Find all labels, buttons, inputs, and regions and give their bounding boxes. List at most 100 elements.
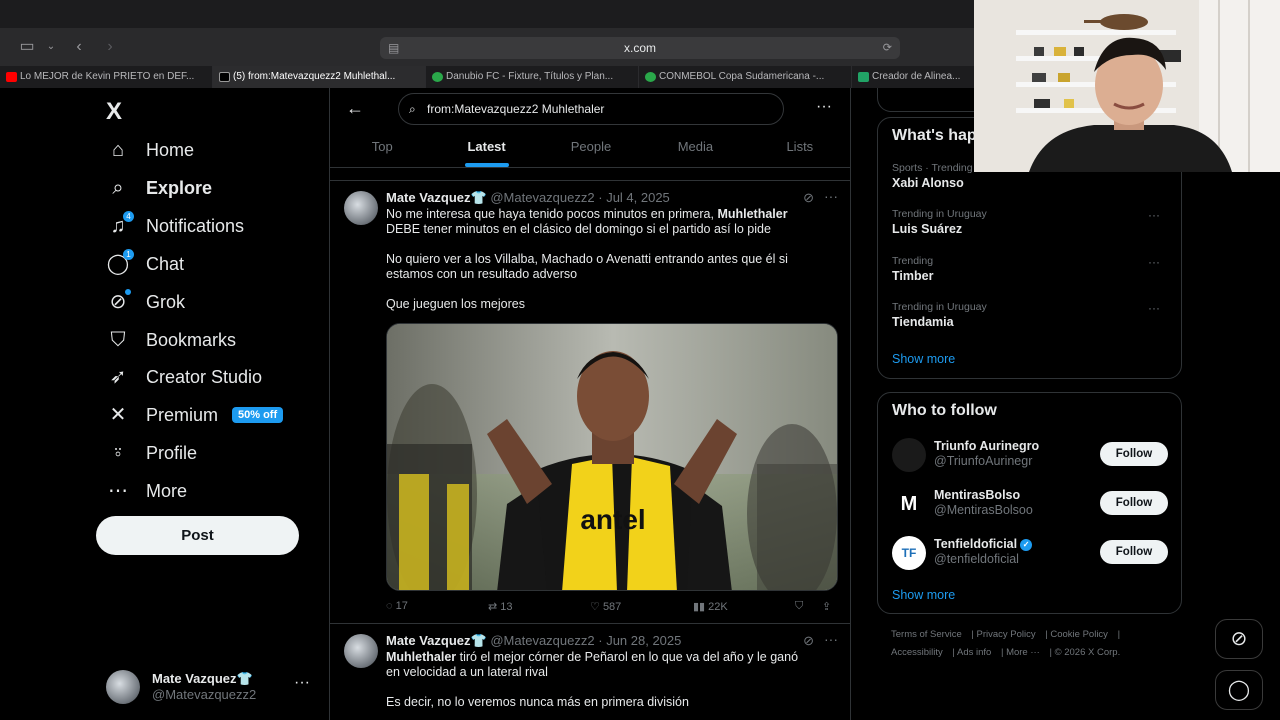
footer-link[interactable]: Terms of Service [891, 629, 962, 640]
who-to-follow-show-more-link[interactable]: Show more [892, 588, 955, 602]
tab-people[interactable]: People [539, 132, 643, 167]
browser-tab[interactable]: Danubio FC - Fixture, Títulos y Plan... [426, 66, 639, 88]
browser-tab[interactable]: Lo MEJOR de Kevin PRIETO en DEF... [0, 66, 213, 88]
trend-item[interactable]: Trending in Uruguay Tiendamia ··· [892, 301, 1168, 329]
grok-icon: ⊘ [1230, 628, 1248, 650]
trend-item[interactable]: Trending Timber ··· [892, 255, 1168, 283]
more-dots-icon[interactable]: ··· [824, 188, 838, 204]
sidebar-item-explore[interactable]: ⌕ Explore [106, 173, 212, 203]
grok-fab-button[interactable]: ⊘ [1215, 619, 1263, 659]
tweet-author-name[interactable]: Mate Vazquez👕 [386, 190, 487, 205]
tweet-header: Mate Vazquez👕 @Matevazquezz2 · Jun 28, 2… [386, 633, 681, 649]
youtube-favicon-icon [6, 72, 17, 82]
tab-media[interactable]: Media [643, 132, 747, 167]
bookmark-icon[interactable]: ⛉ [795, 600, 803, 613]
tweet[interactable]: Mate Vazquez👕 @Matevazquezz2 · Jul 4, 20… [330, 180, 850, 626]
follow-suggestion[interactable]: TF Tenfieldoficial ✓ @tenfieldoficial Fol… [892, 535, 1168, 570]
sidebar-item-premium[interactable]: ✕ Premium 50% off [106, 400, 284, 430]
more-dots-icon[interactable]: ··· [294, 674, 310, 692]
copyright-text: © 2026 X Corp. [1054, 647, 1121, 658]
tweet-author-handle[interactable]: @Matevazquezz2 [490, 190, 594, 205]
tweet-author-handle[interactable]: @Matevazquezz2 [490, 633, 594, 648]
footer-link[interactable]: Cookie Policy [1050, 629, 1108, 640]
tab-latest[interactable]: Latest [434, 132, 538, 167]
follow-button[interactable]: Follow [1100, 540, 1168, 564]
more-dots-icon[interactable]: ··· [1148, 255, 1160, 269]
sidebar-item-notifications[interactable]: ♫ 4 Notifications [106, 211, 244, 241]
premium-discount-badge: 50% off [232, 407, 284, 423]
sidebar-item-grok[interactable]: ⊘ Grok [106, 287, 185, 317]
trends-show-more-link[interactable]: Show more [892, 352, 955, 366]
sidebar-item-bookmarks[interactable]: ⛉ Bookmarks [106, 325, 237, 355]
views-button[interactable]: ▮▮ 22K [693, 600, 728, 613]
follow-suggestion[interactable]: M MentirasBolso @MentirasBolsoo Follow [892, 486, 1168, 521]
address-bar[interactable]: ▤ x.com ⟳ [380, 37, 900, 59]
chat-count-badge: 1 [123, 249, 134, 260]
footer-link[interactable]: Privacy Policy [977, 629, 1036, 640]
more-dots-icon[interactable]: ··· [824, 631, 838, 647]
sidebar-toggle-icon[interactable]: ▭ [16, 36, 38, 58]
sheet-favicon-icon [858, 72, 869, 82]
sidebar-item-more[interactable]: ⋯ More [106, 476, 187, 506]
forward-arrow-icon[interactable]: › [99, 36, 121, 58]
x-premium-icon: ✕ [109, 404, 127, 426]
follow-button[interactable]: Follow [1100, 442, 1168, 466]
post-button[interactable]: Post [96, 516, 299, 555]
share-icon[interactable]: ⇪ [822, 600, 831, 613]
account-switcher[interactable]: Mate Vazquez👕 @Matevazquezz2 ··· [106, 670, 316, 704]
more-dots-icon[interactable]: ··· [1148, 208, 1160, 222]
avatar[interactable] [344, 634, 378, 668]
sidebar-item-creator-studio[interactable]: ➶ Creator Studio [106, 362, 262, 392]
tweet-separator: · [598, 190, 603, 205]
person-icon: ⍤ [112, 442, 124, 464]
account-handle: @Matevazquezz2 [152, 687, 257, 702]
browser-tab[interactable]: CONMEBOL Copa Sudamericana -... [639, 66, 852, 88]
grok-icon[interactable]: ⊘ [803, 190, 814, 206]
tab-top[interactable]: Top [330, 132, 434, 167]
repost-button[interactable]: ⇄ 13 [488, 600, 513, 613]
grok-icon: ⊘ [106, 289, 131, 314]
sidebar-item-chat[interactable]: ◯ 1 Chat [106, 249, 184, 279]
notification-count-badge: 4 [123, 211, 134, 222]
messages-fab-button[interactable]: ◯ [1215, 670, 1263, 710]
tweet[interactable]: Mate Vazquez👕 @Matevazquezz2 · Jun 28, 2… [330, 623, 850, 720]
tweet-date[interactable]: Jul 4, 2025 [606, 190, 670, 205]
streamer-webcam-image [974, 0, 1280, 172]
grok-icon[interactable]: ⊘ [803, 633, 814, 649]
footer-link[interactable]: Accessibility [891, 647, 943, 658]
follow-button[interactable]: Follow [1100, 491, 1168, 515]
x-logo-icon[interactable]: X [106, 98, 122, 126]
reload-icon[interactable]: ⟳ [883, 37, 892, 59]
browser-tab-active[interactable]: (5) from:Matevazquezz2 Muhlethal... [213, 66, 426, 88]
account-name: Mate Vazquez👕 [152, 671, 253, 686]
more-dots-icon[interactable]: ··· [1148, 301, 1160, 315]
more-dots-icon[interactable]: ··· [816, 98, 832, 116]
trend-item[interactable]: Trending in Uruguay Luis Suárez ··· [892, 208, 1168, 236]
chevron-down-icon[interactable]: ⌄ [40, 36, 62, 58]
reply-button[interactable]: ◌ 17 [386, 600, 408, 612]
tweet-date[interactable]: Jun 28, 2025 [606, 633, 681, 648]
sidebar-item-home[interactable]: ⌂ Home [106, 135, 194, 165]
page-settings-icon[interactable]: ▤ [388, 37, 399, 59]
tweet-text-line: Es decir, no lo veremos nunca más en pri… [386, 695, 689, 709]
back-arrow-icon[interactable]: ← [346, 98, 364, 119]
tweet-author-name[interactable]: Mate Vazquez👕 [386, 633, 487, 648]
tweet-media-photo[interactable]: antel [386, 323, 838, 591]
tweet-separator: · [598, 633, 603, 648]
footer-link[interactable]: More ··· [1006, 647, 1040, 658]
rocket-icon: ➶ [109, 366, 127, 388]
like-button[interactable]: ♡ 587 [590, 600, 621, 613]
follow-suggestion[interactable]: Triunfo Aurinegro @TriunfoAurinegr Follo… [892, 437, 1168, 472]
tweet-text-line: en velocidad a un lateral rival [386, 665, 548, 679]
tweet-header: Mate Vazquez👕 @Matevazquezz2 · Jul 4, 20… [386, 190, 670, 206]
football-player-photo: antel [387, 324, 837, 590]
avatar[interactable] [344, 191, 378, 225]
back-arrow-icon[interactable]: ‹ [68, 36, 90, 58]
heart-icon: ♡ [590, 601, 600, 613]
home-icon: ⌂ [111, 139, 125, 161]
tab-lists[interactable]: Lists [748, 132, 850, 167]
footer-link[interactable]: Ads info [957, 647, 991, 658]
avatar [892, 438, 926, 472]
sidebar-item-profile[interactable]: ⍤ Profile [106, 438, 197, 468]
search-input[interactable]: ⌕ from:Matevazquezz2 Muhlethaler [398, 93, 784, 125]
